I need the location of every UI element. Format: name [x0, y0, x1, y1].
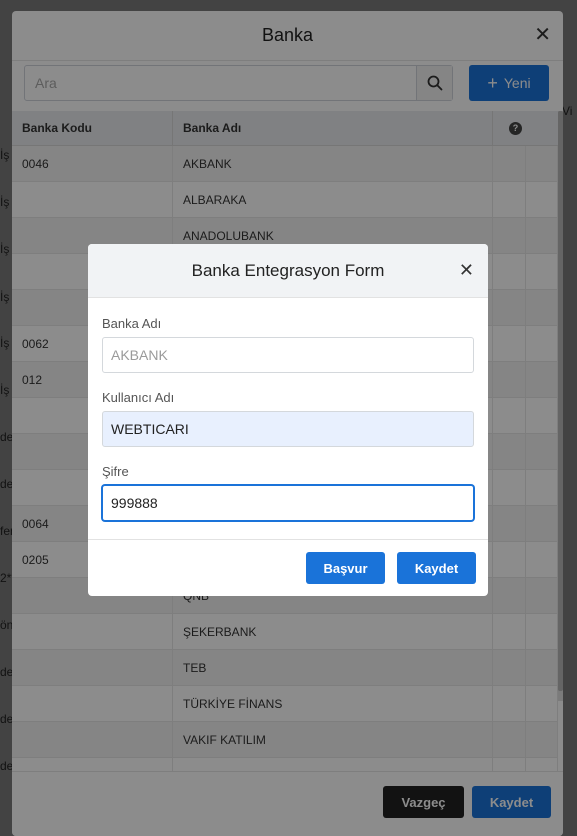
save-button[interactable]: Kaydet: [397, 552, 476, 584]
bank-name-label: Banka Adı: [102, 316, 162, 331]
password-label: Şifre: [102, 464, 129, 479]
bank-name-field: AKBANK: [102, 337, 474, 373]
close-icon[interactable]: ✕: [459, 260, 474, 281]
integration-form-footer: Başvur Kaydet: [88, 539, 488, 596]
password-field[interactable]: 999888: [102, 485, 474, 521]
username-field[interactable]: WEBTICARI: [102, 411, 474, 447]
integration-form-title: Banka Entegrasyon Form: [191, 260, 385, 280]
integration-form-body: Banka Adı AKBANK Kullanıcı Adı WEBTICARI…: [88, 298, 488, 521]
username-label: Kullanıcı Adı: [102, 390, 175, 405]
apply-button[interactable]: Başvur: [306, 552, 385, 584]
integration-form-header: Banka Entegrasyon Form ✕: [88, 244, 488, 298]
integration-form-modal: Banka Entegrasyon Form ✕ Banka Adı AKBAN…: [88, 244, 488, 596]
